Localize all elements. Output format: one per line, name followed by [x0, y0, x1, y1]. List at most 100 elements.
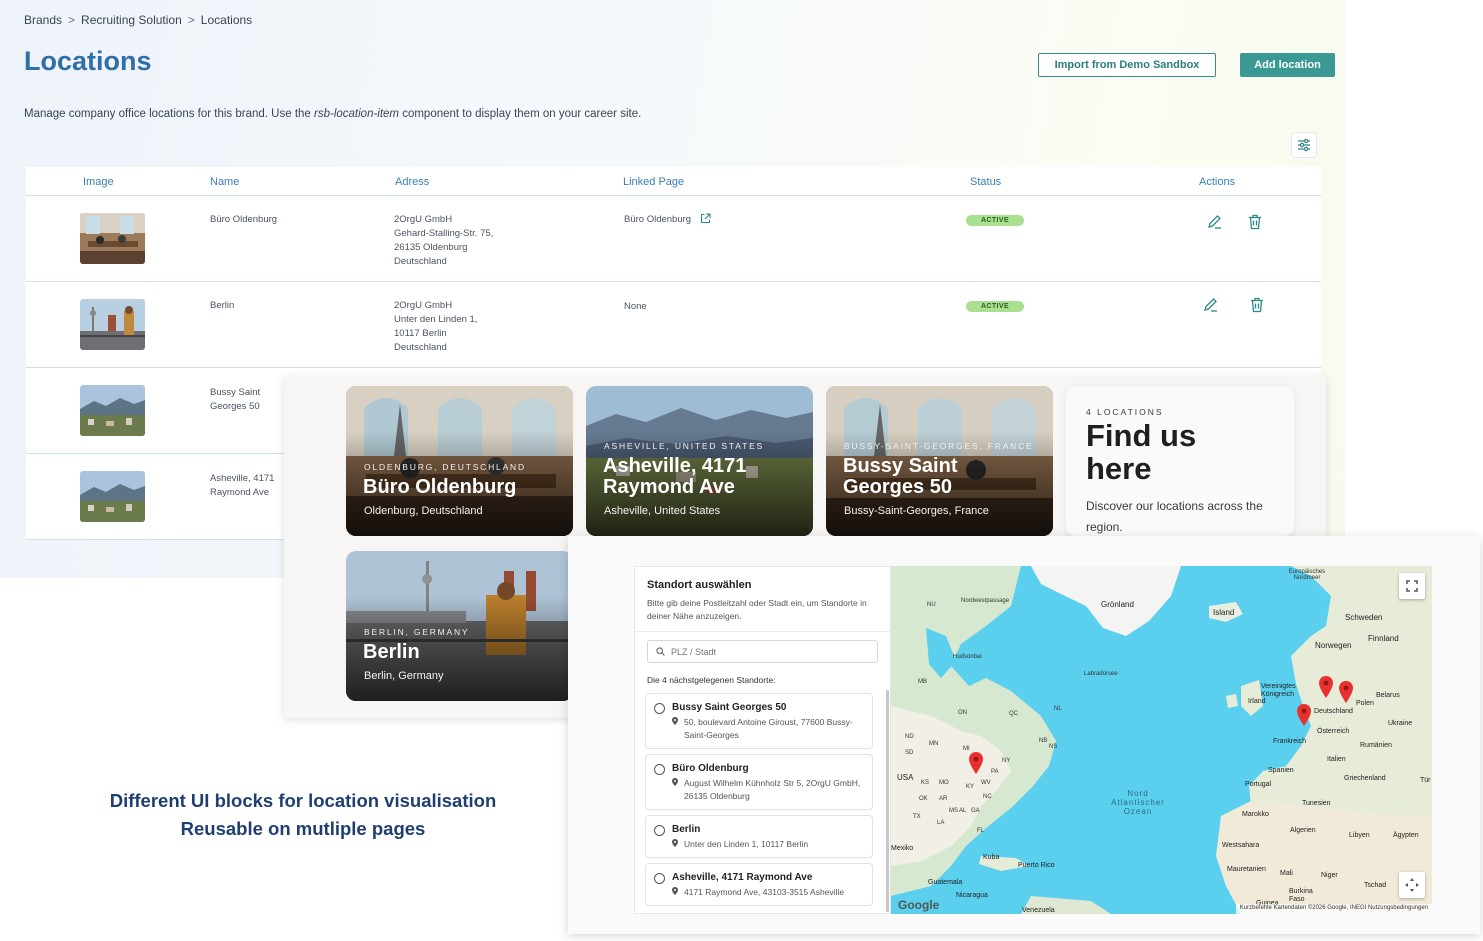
map-label-al: AL — [959, 808, 967, 814]
location-option[interactable]: Berlin Unter den Linden 1, 10117 Berlin — [645, 815, 873, 858]
map-label-ns: NS — [1049, 744, 1058, 750]
map-label-ky: KY — [966, 784, 975, 790]
map-label-ks: KS — [921, 780, 930, 786]
map-marker-pin-icon[interactable] — [969, 752, 983, 774]
map-view[interactable]: Grönland Island Schweden Finnland Norweg… — [891, 566, 1432, 914]
location-option-address: August Wilhelm Kühnholz Str 5, 2OrgU Gmb… — [672, 777, 864, 803]
edit-icon[interactable] — [1206, 213, 1224, 231]
card-subtitle: Berlin, Germany — [364, 670, 444, 682]
pin-icon — [672, 717, 678, 725]
column-header-linked-page[interactable]: Linked Page — [623, 176, 684, 188]
table-row[interactable]: Büro Oldenburg 2OrgU GmbH Gehard-Stallin… — [26, 196, 1321, 282]
address-line: Gehard-Stalling-Str. 75, — [394, 228, 494, 239]
location-option-address-text: August Wilhelm Kühnholz Str 5, 2OrgU Gmb… — [684, 778, 861, 801]
add-location-button[interactable]: Add location — [1240, 53, 1335, 77]
map-label-griechenland: Griechenland — [1344, 775, 1386, 782]
map-label-aegypten: Ägypten — [1393, 832, 1419, 839]
location-option-address-text: Unter den Linden 1, 10117 Berlin — [684, 839, 809, 849]
radio-button[interactable] — [654, 825, 665, 836]
map-label-westsahara: Westsahara — [1222, 842, 1260, 849]
card-eyebrow: BUSSY-SAINT-GEORGES, FRANCE — [844, 441, 1034, 451]
table-row[interactable]: Berlin 2OrgU GmbH Unter den Linden 1, 10… — [26, 282, 1321, 368]
location-option[interactable]: Büro Oldenburg August Wilhelm Kühnholz S… — [645, 754, 873, 810]
map-label-nordwestpassage: Nordwestpassage — [961, 598, 1010, 604]
address-line: 10117 Berlin — [394, 328, 447, 339]
map-label-vereinigtes-koenigreich: Vereinigtes Königreich — [1261, 683, 1296, 698]
delete-icon[interactable] — [1248, 296, 1266, 314]
location-count: 4 LOCATIONS — [1086, 407, 1164, 417]
delete-icon[interactable] — [1246, 213, 1264, 231]
map-label-tunesien: Tunesien — [1302, 800, 1331, 807]
address-line: Deutschland — [394, 342, 447, 353]
map-label-marokko: Marokko — [1242, 811, 1269, 818]
location-address: 2OrgU GmbH Gehard-Stalling-Str. 75, 2613… — [394, 213, 493, 269]
location-option-address-text: 50, boulevard Antoine Giroust, 77600 Bus… — [684, 717, 853, 740]
description-suffix: component to display them on your career… — [399, 108, 642, 120]
map-label-labradorsee: Labradorsee — [1084, 671, 1118, 677]
map-marker-pin-icon[interactable] — [1297, 704, 1311, 726]
external-link-icon[interactable] — [700, 213, 711, 224]
location-card[interactable]: ASHEVILLE, UNITED STATES Asheville, 4171… — [586, 386, 813, 536]
breadcrumb-locations: Locations — [200, 13, 253, 27]
linked-page[interactable]: Büro Oldenburg — [624, 213, 711, 227]
breadcrumb-separator: > — [68, 13, 76, 27]
map-label-sd: SD — [905, 750, 914, 756]
location-card[interactable]: OLDENBURG, DEUTSCHLAND Büro Oldenburg Ol… — [346, 386, 573, 536]
map-label-ok: OK — [919, 796, 928, 802]
map-label-ga: GA — [971, 808, 980, 814]
map-camera-control[interactable] — [1399, 872, 1425, 898]
find-us-description: Discover our locations across the region… — [1086, 499, 1263, 534]
status-badge: ACTIVE — [966, 215, 1024, 226]
column-settings-button[interactable] — [1292, 133, 1316, 157]
location-option-name: Asheville, 4171 Raymond Ave — [672, 872, 813, 883]
map-label-mali: Mali — [1280, 870, 1293, 877]
card-subtitle: Bussy-Saint-Georges, France — [844, 505, 989, 517]
column-header-status[interactable]: Status — [970, 176, 1001, 188]
import-from-demo-sandbox-button[interactable]: Import from Demo Sandbox — [1038, 53, 1216, 77]
map-marker-pin-icon[interactable] — [1319, 676, 1333, 698]
pin-icon — [672, 887, 678, 895]
radio-button[interactable] — [654, 764, 665, 775]
map-label-mn: MN — [929, 741, 939, 747]
column-header-actions: Actions — [1199, 176, 1236, 188]
breadcrumb-recruiting-solution[interactable]: Recruiting Solution — [81, 13, 182, 27]
description-prefix: Manage company office locations for this… — [24, 108, 315, 120]
fullscreen-button[interactable] — [1399, 573, 1425, 599]
location-name: Asheville, 4171 Raymond Ave — [210, 473, 275, 498]
radio-button[interactable] — [654, 873, 665, 884]
column-header-image[interactable]: Image — [83, 176, 114, 188]
radio-button[interactable] — [654, 703, 665, 714]
map-marker-pin-icon[interactable] — [1339, 681, 1353, 703]
card-title: Bussy Saint Georges 50 — [843, 455, 958, 498]
location-picker-help: Bitte gib deine Postleitzahl oder Stadt … — [647, 598, 867, 621]
address-line: 2OrgU GmbH — [394, 300, 453, 311]
map-label-hudsonbai: Hudsonbai — [953, 654, 982, 660]
location-option[interactable]: Asheville, 4171 Raymond Ave 4171 Raymond… — [645, 863, 873, 906]
map-label-usa: USA — [897, 773, 914, 782]
column-header-name[interactable]: Name — [210, 176, 239, 188]
location-card[interactable]: BUSSY-SAINT-GEORGES, FRANCE Bussy Saint … — [826, 386, 1053, 536]
location-card[interactable]: BERLIN, GERMANY Berlin Berlin, Germany — [346, 551, 573, 701]
map-label-puerto-rico: Puerto Rico — [1018, 862, 1055, 869]
map-label-rumaenien: Rumänien — [1360, 742, 1392, 749]
linked-page-label[interactable]: Büro Oldenburg — [624, 214, 691, 225]
map-label-deutschland: Deutschland — [1314, 708, 1353, 715]
location-option[interactable]: Bussy Saint Georges 50 50, boulevard Ant… — [645, 693, 873, 749]
map-label-guatemala: Guatemala — [928, 879, 963, 886]
edit-icon[interactable] — [1202, 296, 1220, 314]
postal-code-search[interactable] — [647, 640, 878, 663]
linked-page: None — [624, 301, 647, 312]
location-option-address: 4171 Raymond Ave, 43103-3515 Asheville — [672, 886, 864, 899]
map-attribution[interactable]: Kurzbefehle Kartendaten ©2026 Google, IN… — [1235, 904, 1432, 914]
location-list-scrollbar[interactable] — [886, 690, 889, 912]
column-header-address[interactable]: Adress — [395, 176, 429, 188]
status-badge: ACTIVE — [966, 301, 1024, 312]
pin-icon — [672, 839, 678, 847]
location-address: 2OrgU GmbH Unter den Linden 1, 10117 Ber… — [394, 299, 477, 355]
location-name: Bussy Saint Georges 50 — [210, 387, 261, 412]
map-label-wv: WV — [981, 780, 991, 786]
address-line: 26135 Oldenburg — [394, 242, 468, 253]
breadcrumb-brands[interactable]: Brands — [24, 13, 62, 27]
postal-code-input[interactable] — [671, 646, 861, 657]
map-label-algerien: Algerien — [1290, 827, 1316, 834]
